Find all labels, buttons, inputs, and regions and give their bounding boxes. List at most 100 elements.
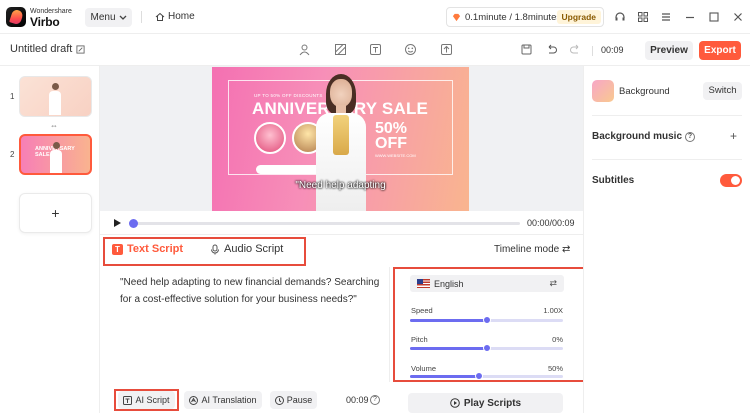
pitch-label: Pitch bbox=[411, 335, 428, 344]
transition-link-icon[interactable]: ⇔ bbox=[50, 121, 58, 130]
script-panel: T Text Script Audio Script Timeline mode… bbox=[100, 235, 593, 413]
video-stage[interactable]: UP TO 50% OFF DISCOUNTS ANNIVERSARY SALE… bbox=[212, 67, 469, 211]
title-bar: Wondershare Virbo Menu Home 0.1minute / … bbox=[0, 0, 750, 34]
add-slide-button[interactable]: + bbox=[19, 193, 92, 233]
play-circle-icon bbox=[450, 398, 460, 408]
apps-grid-icon[interactable] bbox=[637, 11, 649, 23]
microphone-icon bbox=[211, 244, 219, 254]
redo-icon[interactable] bbox=[569, 43, 582, 56]
ai-script-button[interactable]: AI Script bbox=[118, 391, 175, 409]
home-icon bbox=[155, 12, 165, 21]
play-scripts-button[interactable]: Play Scripts bbox=[408, 393, 563, 413]
playback-knob[interactable] bbox=[129, 219, 138, 228]
playback-bar: 00:00/00:09 bbox=[100, 211, 583, 235]
slide-number: 2 bbox=[10, 150, 15, 159]
slide-thumbnail-1[interactable] bbox=[19, 76, 92, 117]
voice-settings: English ⇄ Speed 1.00X Pitch 0% Volume 50… bbox=[393, 267, 593, 382]
language-name: English bbox=[434, 279, 464, 289]
total-duration: 00:09 bbox=[601, 45, 624, 55]
sale-off: OFF bbox=[375, 135, 407, 152]
tab-text-script[interactable]: T Text Script bbox=[112, 243, 183, 255]
help-icon[interactable]: ? bbox=[370, 395, 380, 405]
avatar-thumbnail bbox=[50, 142, 62, 173]
credit-text: 0.1minute / 1.8minutes bbox=[465, 11, 562, 23]
language-select[interactable]: English ⇄ bbox=[410, 275, 564, 292]
sticker-tool-icon[interactable] bbox=[404, 43, 417, 56]
save-icon[interactable] bbox=[520, 43, 533, 56]
speed-slider[interactable] bbox=[410, 316, 563, 324]
credit-usage: 0.1minute / 1.8minutes Upgrade bbox=[446, 7, 604, 27]
playback-track[interactable] bbox=[130, 222, 520, 225]
divider bbox=[592, 46, 593, 56]
ai-script-label: AI Script bbox=[135, 395, 170, 405]
rename-icon[interactable] bbox=[76, 44, 85, 54]
switch-background-button[interactable]: Switch bbox=[703, 82, 742, 100]
play-icon[interactable] bbox=[113, 218, 122, 228]
swap-icon: ⇄ bbox=[562, 244, 571, 255]
tab-text-script-label: Text Script bbox=[127, 243, 184, 255]
tab-audio-script[interactable]: Audio Script bbox=[210, 243, 283, 255]
draft-title[interactable]: Untitled draft bbox=[10, 43, 85, 55]
subtitles-toggle[interactable] bbox=[720, 174, 742, 187]
translate-icon bbox=[189, 395, 199, 405]
help-icon[interactable]: ? bbox=[685, 131, 696, 142]
support-icon[interactable] bbox=[614, 11, 626, 23]
export-button[interactable]: Export bbox=[699, 41, 741, 60]
speed-slider-knob[interactable] bbox=[482, 316, 491, 324]
script-text[interactable]: "Need help adapting to new financial dem… bbox=[120, 274, 380, 308]
menu-button[interactable]: Menu bbox=[85, 8, 132, 27]
script-editor[interactable]: "Need help adapting to new financial dem… bbox=[110, 267, 390, 382]
swap-icon: ⇄ bbox=[549, 278, 557, 288]
upgrade-button[interactable]: Upgrade bbox=[556, 10, 601, 24]
slide-thumbnail-2[interactable]: ANNIVERSARY SALE bbox=[19, 134, 92, 175]
subtitles-label: Subtitles bbox=[592, 175, 635, 186]
avatar-thumbnail bbox=[49, 83, 61, 115]
brand-company: Wondershare bbox=[30, 8, 72, 15]
pause-button[interactable]: Pause bbox=[270, 391, 317, 409]
speed-value: 1.00X bbox=[543, 306, 563, 315]
timeline-mode-toggle[interactable]: Timeline mode ⇄ bbox=[494, 244, 570, 255]
upload-tool-icon[interactable] bbox=[440, 43, 453, 56]
undo-icon[interactable] bbox=[545, 43, 558, 56]
editor-toolbar: Untitled draft 00:09 Preview Export bbox=[0, 34, 750, 66]
subtitle-caption[interactable]: "Need help adapting bbox=[212, 180, 469, 191]
background-tool-icon[interactable] bbox=[334, 43, 347, 56]
chevron-down-icon bbox=[119, 15, 126, 20]
volume-slider-knob[interactable] bbox=[474, 372, 483, 380]
product-photo bbox=[254, 122, 286, 154]
brand-name: Virbo bbox=[30, 15, 60, 29]
properties-panel: Background Switch Background music ? + S… bbox=[583, 66, 750, 413]
draft-title-text: Untitled draft bbox=[10, 43, 73, 55]
speed-slider-fill bbox=[410, 319, 487, 322]
background-label: Background bbox=[619, 86, 670, 97]
divider bbox=[592, 159, 742, 160]
divider bbox=[141, 11, 142, 23]
timeline-mode-label: Timeline mode bbox=[494, 244, 560, 255]
text-tool-icon[interactable] bbox=[369, 43, 382, 56]
hamburger-menu-icon[interactable] bbox=[660, 11, 672, 23]
us-flag-icon bbox=[417, 279, 430, 288]
background-swatch[interactable] bbox=[592, 80, 614, 102]
sale-url: WWW.WEBSITE.COM bbox=[375, 153, 416, 158]
background-music-label: Background music bbox=[592, 131, 683, 142]
play-scripts-label: Play Scripts bbox=[463, 397, 522, 409]
speed-label: Speed bbox=[411, 306, 433, 315]
home-label: Home bbox=[168, 11, 195, 22]
minimize-icon[interactable] bbox=[684, 11, 696, 23]
avatar-tool-icon[interactable] bbox=[298, 43, 311, 56]
pause-label: Pause bbox=[286, 395, 313, 405]
volume-value: 50% bbox=[547, 364, 563, 373]
maximize-icon[interactable] bbox=[708, 11, 720, 23]
ai-translation-button[interactable]: AI Translation bbox=[184, 391, 262, 409]
preview-button[interactable]: Preview bbox=[645, 41, 693, 60]
text-script-icon: T bbox=[112, 243, 123, 255]
volume-slider[interactable] bbox=[410, 372, 563, 380]
pitch-slider[interactable] bbox=[410, 344, 563, 352]
close-icon[interactable] bbox=[732, 11, 744, 23]
virbo-logo-icon bbox=[6, 7, 26, 27]
pitch-slider-knob[interactable] bbox=[482, 344, 491, 352]
home-link[interactable]: Home bbox=[155, 11, 195, 22]
add-music-icon[interactable]: + bbox=[730, 129, 737, 143]
avatar-face bbox=[330, 79, 352, 107]
canvas-area: UP TO 50% OFF DISCOUNTS ANNIVERSARY SALE… bbox=[100, 66, 583, 211]
